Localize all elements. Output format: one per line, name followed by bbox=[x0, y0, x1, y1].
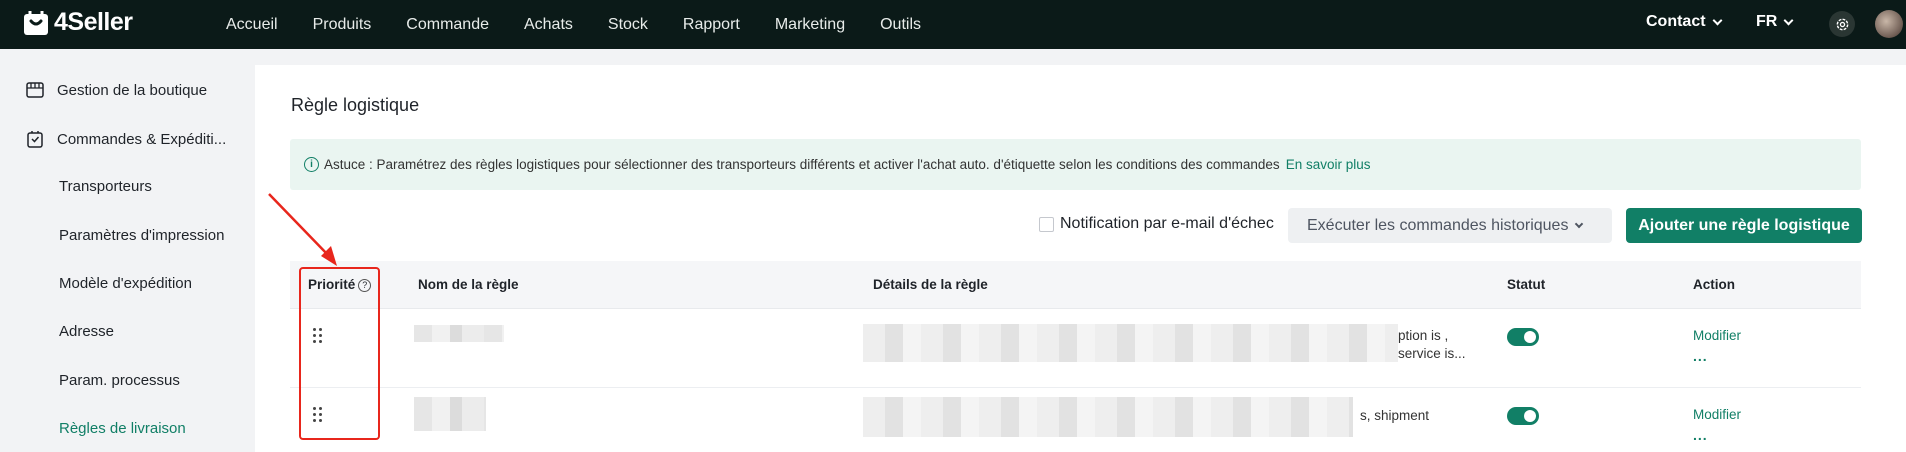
sidebar-item-impression[interactable]: Paramètres d'impression bbox=[59, 227, 224, 244]
page-title: Règle logistique bbox=[291, 95, 420, 115]
language-label: FR bbox=[1756, 13, 1778, 30]
user-avatar[interactable] bbox=[1875, 10, 1903, 38]
chevron-down-icon bbox=[1712, 15, 1723, 25]
chevron-down-icon bbox=[1575, 219, 1584, 228]
order-bag-icon bbox=[27, 131, 43, 148]
main-nav: Accueil Produits Commande Achats Stock R… bbox=[226, 0, 956, 49]
more-actions-button[interactable]: ... bbox=[1693, 348, 1708, 364]
execute-history-dropdown[interactable]: Exécuter les commandes historiques bbox=[1288, 208, 1612, 243]
email-notification-checkbox[interactable] bbox=[1039, 216, 1054, 232]
nav-item-marketing[interactable]: Marketing bbox=[775, 16, 845, 34]
logo-bag-icon bbox=[24, 10, 48, 35]
sidebar-group-commandes[interactable]: Commandes & Expéditi... bbox=[25, 129, 226, 149]
language-dropdown[interactable]: FR bbox=[1756, 13, 1794, 31]
nav-item-stock[interactable]: Stock bbox=[608, 16, 648, 34]
drag-handle-icon[interactable] bbox=[313, 407, 323, 423]
help-icon[interactable]: ? bbox=[358, 278, 372, 292]
info-icon: i bbox=[304, 157, 319, 172]
table-row: ption is , service is... Modifier ... bbox=[290, 310, 1861, 388]
edit-link[interactable]: Modifier bbox=[1693, 328, 1741, 343]
sidebar-item-processus[interactable]: Param. processus bbox=[59, 372, 180, 389]
sidebar-item-regles-livraison[interactable]: Règles de livraison bbox=[59, 420, 186, 437]
more-actions-button[interactable]: ... bbox=[1693, 427, 1708, 443]
sidebar bbox=[0, 49, 255, 452]
rule-details-text: ption is , service is... bbox=[1398, 328, 1466, 361]
nav-item-rapport[interactable]: Rapport bbox=[683, 16, 740, 34]
status-toggle[interactable] bbox=[1507, 407, 1539, 425]
contact-label: Contact bbox=[1646, 13, 1706, 30]
table-header: Priorité? Nom de la règle Détails de la … bbox=[290, 261, 1861, 309]
redacted-rule-name bbox=[414, 325, 504, 342]
brand-name: 4Seller bbox=[54, 8, 133, 36]
add-logistics-rule-button[interactable]: Ajouter une règle logistique bbox=[1626, 208, 1862, 243]
chevron-down-icon bbox=[1783, 15, 1794, 25]
brand-logo[interactable]: 4Seller bbox=[22, 8, 133, 37]
redacted-rule-details bbox=[863, 324, 1398, 362]
col-name: Nom de la règle bbox=[418, 277, 519, 292]
status-toggle[interactable] bbox=[1507, 328, 1539, 346]
sidebar-group-boutique[interactable]: Gestion de la boutique bbox=[25, 80, 207, 100]
edit-link[interactable]: Modifier bbox=[1693, 407, 1741, 422]
email-notification-option[interactable]: Notification par e-mail d'échec bbox=[1039, 215, 1274, 233]
tip-text: Astuce : Paramétrez des règles logistiqu… bbox=[324, 157, 1280, 172]
email-notification-label: Notification par e-mail d'échec bbox=[1060, 215, 1274, 232]
sidebar-item-adresse[interactable]: Adresse bbox=[59, 323, 114, 340]
gear-icon bbox=[1836, 18, 1848, 30]
col-action: Action bbox=[1693, 277, 1735, 292]
contact-dropdown[interactable]: Contact bbox=[1646, 13, 1723, 31]
col-details: Détails de la règle bbox=[873, 277, 988, 292]
drag-handle-icon[interactable] bbox=[313, 328, 323, 344]
col-status: Statut bbox=[1507, 277, 1546, 292]
redacted-rule-name bbox=[414, 397, 486, 431]
sidebar-group-label: Gestion de la boutique bbox=[57, 81, 208, 99]
nav-item-produits[interactable]: Produits bbox=[313, 16, 372, 34]
tip-banner: i Astuce : Paramétrez des règles logisti… bbox=[290, 139, 1861, 190]
redacted-rule-details bbox=[863, 397, 1353, 437]
sidebar-group-label: Commandes & Expéditi... bbox=[57, 130, 227, 148]
sidebar-item-modele[interactable]: Modèle d'expédition bbox=[59, 275, 192, 292]
nav-item-achats[interactable]: Achats bbox=[524, 16, 573, 34]
settings-button[interactable] bbox=[1829, 11, 1855, 37]
top-nav-bar: 4Seller Accueil Produits Commande Achats… bbox=[0, 0, 1906, 49]
col-priority-label: Priorité bbox=[308, 277, 356, 292]
table-row: s, shipment Modifier ... bbox=[290, 389, 1861, 452]
execute-history-label: Exécuter les commandes historiques bbox=[1307, 216, 1569, 234]
rule-details-text: s, shipment bbox=[1360, 408, 1430, 423]
nav-item-commande[interactable]: Commande bbox=[406, 16, 489, 34]
nav-item-outils[interactable]: Outils bbox=[880, 16, 921, 34]
col-priority: Priorité? bbox=[308, 277, 372, 292]
learn-more-link[interactable]: En savoir plus bbox=[1286, 157, 1371, 172]
store-icon bbox=[26, 82, 44, 98]
nav-item-accueil[interactable]: Accueil bbox=[226, 16, 278, 34]
sidebar-item-transporteurs[interactable]: Transporteurs bbox=[59, 178, 152, 195]
